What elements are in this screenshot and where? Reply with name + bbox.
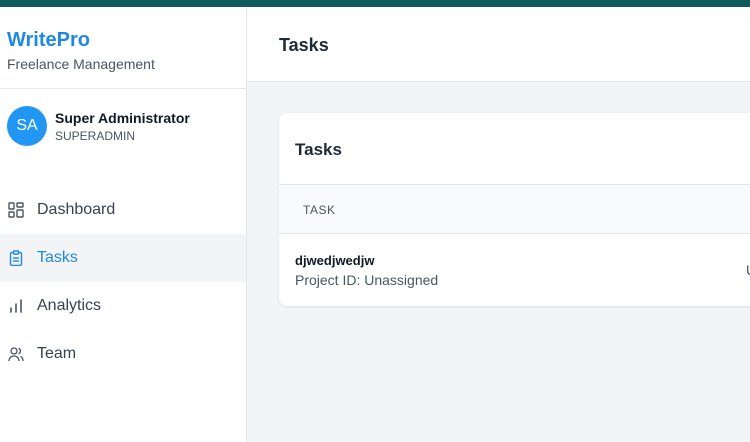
- sidebar-item-dashboard[interactable]: Dashboard: [0, 186, 246, 234]
- page-title: Tasks: [279, 35, 329, 55]
- main-header: Tasks: [247, 7, 750, 82]
- sidebar-item-label: Analytics: [37, 297, 102, 314]
- user-role: SUPERADMIN: [55, 128, 136, 143]
- sidebar-item-label: Team: [37, 345, 77, 362]
- users-icon: [8, 346, 24, 362]
- card-title: Tasks: [279, 113, 750, 185]
- sidebar-item-analytics[interactable]: Analytics: [0, 282, 246, 330]
- user-profile[interactable]: SA Super Administrator SUPERADMIN: [7, 106, 190, 146]
- task-status: U: [746, 262, 750, 278]
- sidebar-item-label: Dashboard: [37, 201, 116, 218]
- sidebar-nav: Dashboard Tasks Analytics Team: [0, 186, 246, 378]
- sidebar-item-team[interactable]: Team: [0, 330, 246, 378]
- sidebar-item-label: Tasks: [37, 249, 78, 266]
- clipboard-icon: [8, 250, 24, 266]
- user-info: Super Administrator SUPERADMIN: [55, 110, 190, 143]
- sidebar-item-tasks[interactable]: Tasks: [0, 234, 246, 282]
- bar-chart-icon: [8, 298, 24, 314]
- avatar: SA: [7, 106, 47, 146]
- sidebar: WritePro Freelance Management SA Super A…: [0, 7, 247, 442]
- user-name: Super Administrator: [55, 109, 190, 126]
- brand: WritePro Freelance Management: [0, 7, 246, 89]
- tasks-card: Tasks TASK djwedjwedjw Project ID: Unass…: [279, 113, 750, 306]
- task-title: djwedjwedjw: [295, 253, 375, 268]
- brand-subtitle: Freelance Management: [7, 56, 155, 72]
- dashboard-icon: [8, 202, 24, 218]
- table-header: TASK: [279, 185, 750, 234]
- task-project-id: Project ID: Unassigned: [295, 272, 439, 288]
- top-accent-bar: [0, 0, 750, 7]
- column-header-task: TASK: [303, 203, 336, 217]
- table-row[interactable]: djwedjwedjw Project ID: Unassigned U: [279, 234, 750, 306]
- brand-title: WritePro: [7, 29, 90, 51]
